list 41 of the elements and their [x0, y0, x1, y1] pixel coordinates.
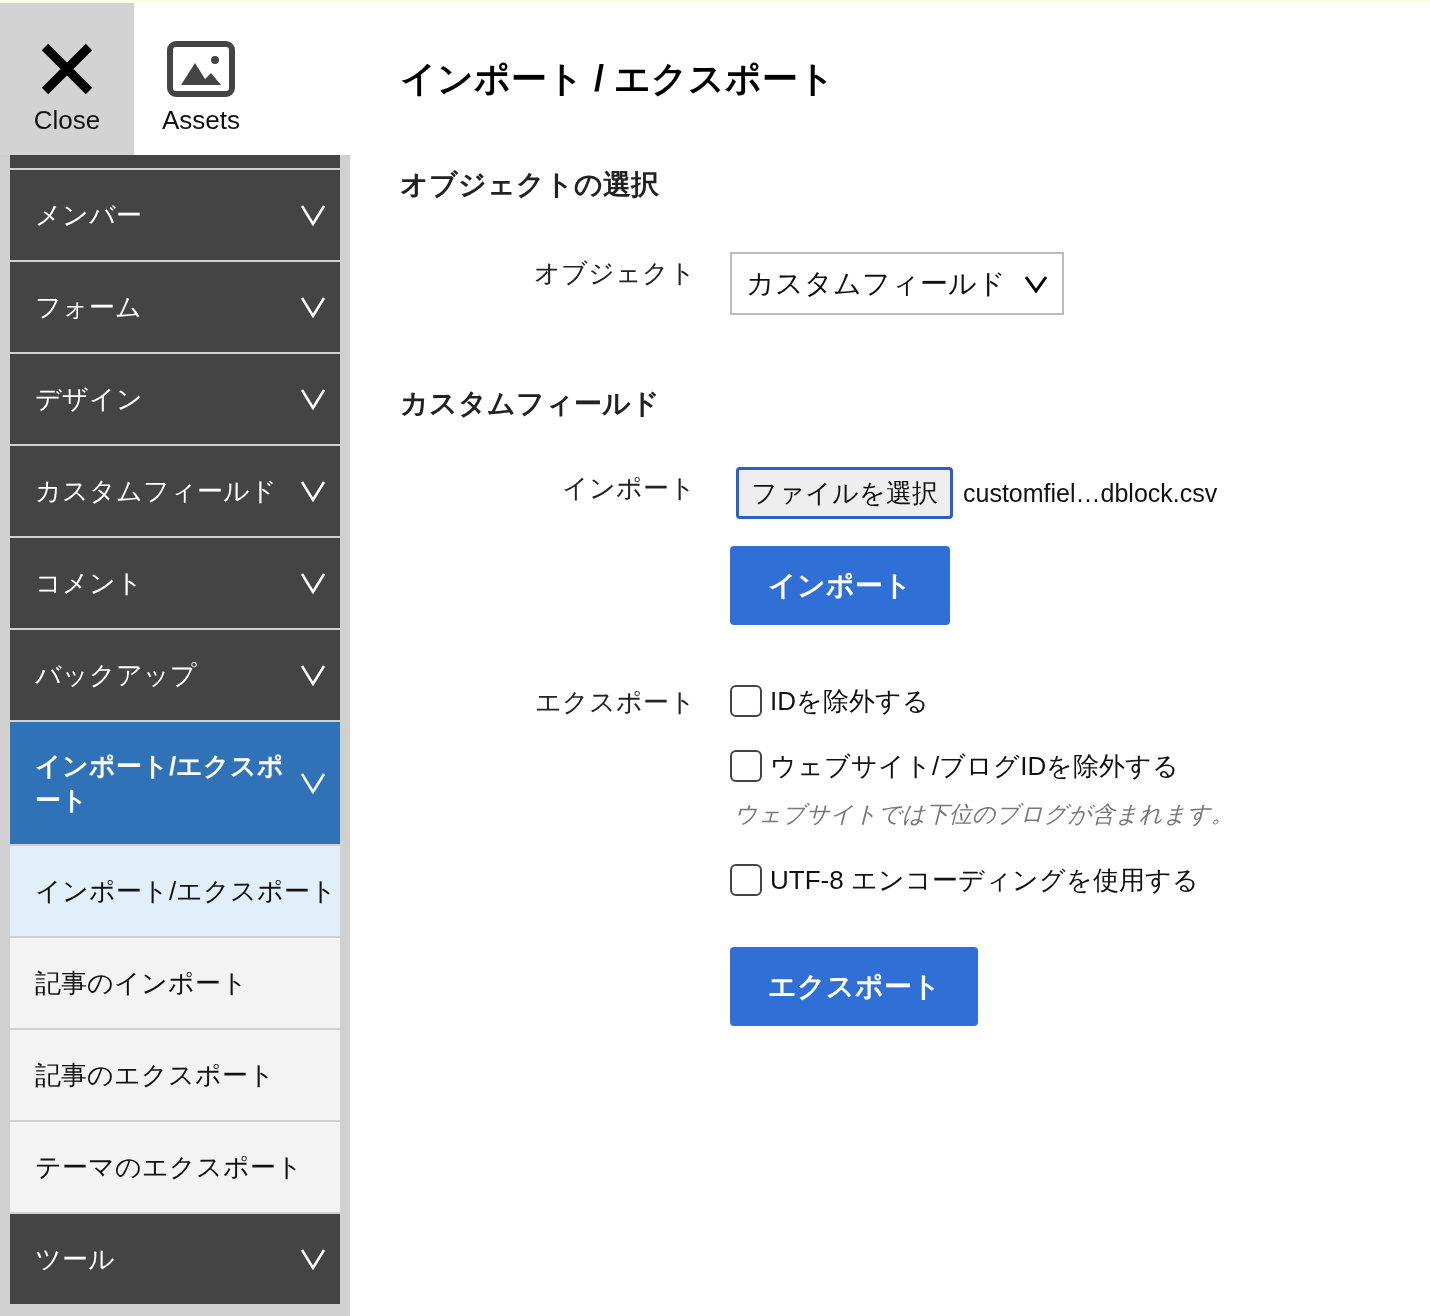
- sidebar-group[interactable]: メンバー: [10, 170, 340, 260]
- sidebar-group[interactable]: バックアップ: [10, 630, 340, 720]
- checkbox-label: UTF-8 エンコーディングを使用する: [770, 863, 1199, 897]
- section-heading: オブジェクトの選択: [400, 168, 660, 202]
- sidebar-item[interactable]: インポート/エクスポート: [10, 846, 340, 936]
- export-button[interactable]: エクスポート: [730, 947, 978, 1026]
- chevron-down-icon: [300, 572, 326, 594]
- checkbox[interactable]: [730, 750, 762, 782]
- chevron-down-icon: [300, 388, 326, 410]
- chevron-down-icon: [300, 1248, 326, 1270]
- checkbox-label: IDを除外する: [770, 684, 929, 718]
- chevron-down-icon: [300, 296, 326, 318]
- file-name: customfiel…dblock.csv: [963, 478, 1218, 508]
- import-button[interactable]: インポート: [730, 546, 950, 625]
- sidebar-group[interactable]: インポート/エクスポート: [10, 722, 340, 844]
- checkbox[interactable]: [730, 685, 762, 717]
- chevron-down-icon: [1024, 274, 1048, 293]
- sidebar-item[interactable]: 記事のエクスポート: [10, 1030, 340, 1120]
- hint-text: ウェブサイトでは下位のブログが含まれます。: [734, 800, 1234, 829]
- object-select[interactable]: カスタムフィールド: [730, 252, 1064, 315]
- field-label: エクスポート: [534, 686, 697, 719]
- choose-file-button[interactable]: ファイルを選択: [736, 467, 953, 519]
- chevron-down-icon: [300, 664, 326, 686]
- field-label: インポート: [561, 472, 697, 505]
- page-title: インポート / エクスポート: [400, 57, 836, 101]
- sidebar-group[interactable]: デザイン: [10, 354, 340, 444]
- image-icon: [167, 40, 235, 97]
- field-label: オブジェクト: [533, 257, 697, 290]
- checkbox[interactable]: [730, 864, 762, 896]
- sidebar-group[interactable]: カスタムフィールド: [10, 446, 340, 536]
- close-button[interactable]: Close: [0, 3, 134, 155]
- sidebar-item[interactable]: テーマのエクスポート: [10, 1122, 340, 1212]
- sidebar-item[interactable]: 記事のインポート: [10, 938, 340, 1028]
- section-heading: カスタムフィールド: [400, 387, 661, 421]
- sidebar-group[interactable]: ツール: [10, 1214, 340, 1304]
- chevron-down-icon: [300, 480, 326, 502]
- chevron-down-icon: [300, 204, 326, 226]
- checkbox-label: ウェブサイト/ブログIDを除外する: [770, 749, 1180, 783]
- chevron-down-icon: [300, 772, 326, 794]
- sidebar-group[interactable]: フォーム: [10, 262, 340, 352]
- sidebar-group[interactable]: コメント: [10, 538, 340, 628]
